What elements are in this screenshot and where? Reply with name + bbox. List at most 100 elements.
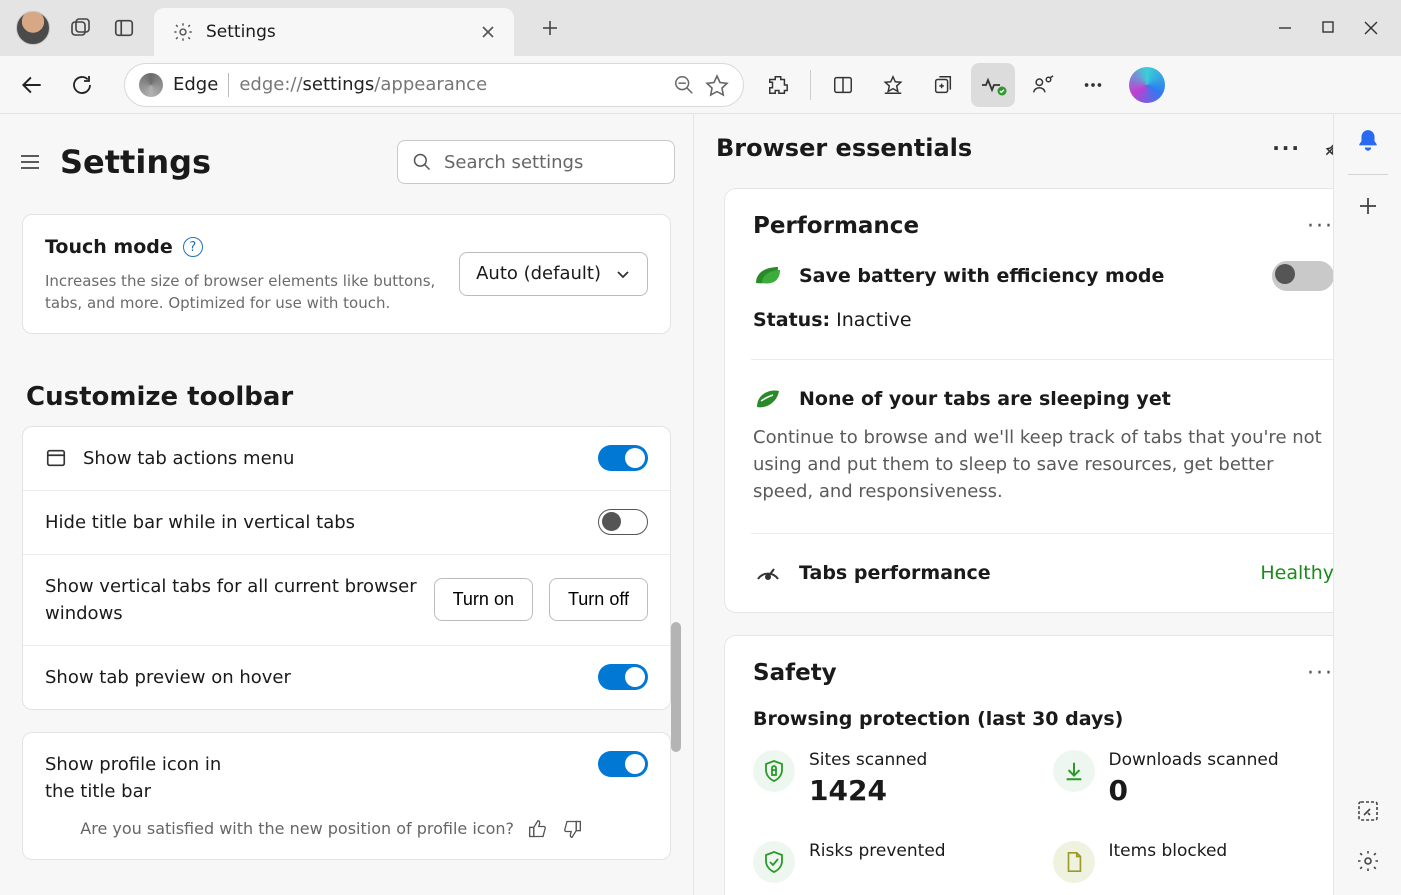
essentials-more-icon[interactable]: ··· xyxy=(1272,136,1301,160)
tabs-performance-label: Tabs performance xyxy=(799,562,991,584)
leaf-icon xyxy=(753,261,783,291)
tab-actions-toggle[interactable] xyxy=(598,445,648,471)
close-window-button[interactable] xyxy=(1363,20,1379,36)
stat-sites-scanned: Sites scanned 1424 xyxy=(753,750,1035,807)
screenshot-icon[interactable] xyxy=(1356,799,1380,823)
browser-toolbar: Edge edge://settings/appearance xyxy=(0,56,1401,114)
favorites-icon[interactable] xyxy=(871,63,915,107)
address-divider xyxy=(228,73,229,97)
refresh-button[interactable] xyxy=(60,63,104,107)
dropdown-value: Auto (default) xyxy=(476,263,601,284)
zoom-out-icon[interactable] xyxy=(673,74,695,96)
tab-settings[interactable]: Settings xyxy=(154,8,514,56)
browser-essentials-panel: Browser essentials ··· ▲ ▼ Performance ·… xyxy=(694,114,1401,895)
gear-icon xyxy=(172,21,194,43)
status-label: Status: xyxy=(753,309,830,331)
window-titlebar: Settings xyxy=(0,0,1401,56)
tab-title: Settings xyxy=(206,22,276,42)
performance-card: Performance ··· Save battery with effici… xyxy=(724,188,1363,613)
search-icon xyxy=(412,152,432,172)
safety-card: Safety ··· Browsing protection (last 30 … xyxy=(724,635,1363,895)
extensions-icon[interactable] xyxy=(756,63,800,107)
shield-icon xyxy=(753,750,795,792)
panel-icon xyxy=(45,447,67,469)
customize-toolbar-card: Show tab actions menu Hide title bar whi… xyxy=(22,426,671,710)
efficiency-mode-toggle[interactable] xyxy=(1272,261,1334,291)
status-dot-icon xyxy=(997,86,1007,96)
tab-preview-toggle[interactable] xyxy=(598,664,648,690)
tab-close-icon[interactable] xyxy=(480,24,496,40)
feedback-question: Are you satisfied with the new position … xyxy=(80,817,514,841)
profile-avatar[interactable] xyxy=(16,11,50,45)
right-sidebar xyxy=(1333,114,1401,895)
sidebar-add-icon[interactable] xyxy=(1357,195,1379,217)
workspaces-icon[interactable] xyxy=(58,6,102,50)
favorite-star-icon[interactable] xyxy=(705,73,729,97)
shield-check-icon xyxy=(753,841,795,883)
stat-downloads-scanned: Downloads scanned 0 xyxy=(1053,750,1335,807)
page-title: Settings xyxy=(60,143,211,181)
touch-mode-title: Touch mode xyxy=(45,233,173,262)
edge-logo-icon xyxy=(139,73,163,97)
hide-titlebar-label: Hide title bar while in vertical tabs xyxy=(45,509,582,536)
touch-mode-desc: Increases the size of browser elements l… xyxy=(45,270,443,315)
profile-icon-toggle[interactable] xyxy=(598,751,648,777)
account-switch-icon[interactable] xyxy=(1021,63,1065,107)
turn-off-button[interactable]: Turn off xyxy=(549,578,648,621)
sleeping-heading: None of your tabs are sleeping yet xyxy=(799,388,1171,410)
performance-more-icon[interactable]: ··· xyxy=(1307,214,1334,239)
battery-mode-label: Save battery with efficiency mode xyxy=(799,265,1164,287)
new-tab-button[interactable] xyxy=(528,6,572,50)
protection-subhead: Browsing protection (last 30 days) xyxy=(753,708,1334,730)
safety-more-icon[interactable]: ··· xyxy=(1307,661,1334,686)
profile-icon-card: Show profile icon in the title bar Are y… xyxy=(22,732,671,860)
sidebar-settings-icon[interactable] xyxy=(1356,849,1380,873)
download-icon xyxy=(1053,750,1095,792)
tabs-performance-status: Healthy xyxy=(1260,562,1334,584)
collections-icon[interactable] xyxy=(921,63,965,107)
search-placeholder: Search settings xyxy=(444,152,583,173)
search-settings-input[interactable]: Search settings xyxy=(397,140,675,184)
tab-strip: Settings xyxy=(154,0,572,56)
copilot-icon[interactable] xyxy=(1129,67,1165,103)
vertical-tabs-label: Show vertical tabs for all current brows… xyxy=(45,573,418,627)
tab-actions-label: Show tab actions menu xyxy=(83,445,582,472)
sites-value: 1424 xyxy=(809,774,927,807)
section-customize-toolbar: Customize toolbar xyxy=(26,382,671,412)
sleep-leaf-icon xyxy=(753,384,783,414)
settings-menu-icon[interactable] xyxy=(18,150,42,174)
browser-essentials-icon[interactable] xyxy=(971,63,1015,107)
profile-icon-label: Show profile icon in the title bar xyxy=(45,751,225,805)
window-controls xyxy=(1277,20,1393,36)
gauge-icon xyxy=(753,558,783,588)
downloads-value: 0 xyxy=(1109,774,1279,807)
address-product: Edge xyxy=(173,74,218,95)
notifications-icon[interactable] xyxy=(1355,128,1381,154)
tab-preview-label: Show tab preview on hover xyxy=(45,664,582,691)
tab-actions-icon[interactable] xyxy=(102,6,146,50)
url-text: edge://settings/appearance xyxy=(239,74,663,95)
turn-on-button[interactable]: Turn on xyxy=(434,578,533,621)
sites-label: Sites scanned xyxy=(809,750,927,770)
thumbs-down-icon[interactable] xyxy=(562,819,582,839)
help-icon[interactable]: ? xyxy=(183,237,203,257)
downloads-label: Downloads scanned xyxy=(1109,750,1279,770)
hide-titlebar-toggle[interactable] xyxy=(598,509,648,535)
back-button[interactable] xyxy=(10,63,54,107)
sleeping-body: Continue to browse and we'll keep track … xyxy=(753,424,1334,505)
settings-scrollbar[interactable] xyxy=(671,622,681,752)
stat-items-blocked: Items blocked xyxy=(1053,841,1335,883)
status-value: Inactive xyxy=(836,309,911,331)
touch-mode-dropdown[interactable]: Auto (default) xyxy=(459,252,648,296)
more-menu-icon[interactable] xyxy=(1071,63,1115,107)
risks-label: Risks prevented xyxy=(809,841,946,861)
items-label: Items blocked xyxy=(1109,841,1228,861)
document-icon xyxy=(1053,841,1095,883)
maximize-button[interactable] xyxy=(1321,20,1335,36)
minimize-button[interactable] xyxy=(1277,20,1293,36)
performance-heading: Performance xyxy=(753,213,919,239)
address-bar[interactable]: Edge edge://settings/appearance xyxy=(124,63,744,107)
thumbs-up-icon[interactable] xyxy=(528,819,548,839)
split-screen-icon[interactable] xyxy=(821,63,865,107)
stat-risks-prevented: Risks prevented xyxy=(753,841,1035,883)
